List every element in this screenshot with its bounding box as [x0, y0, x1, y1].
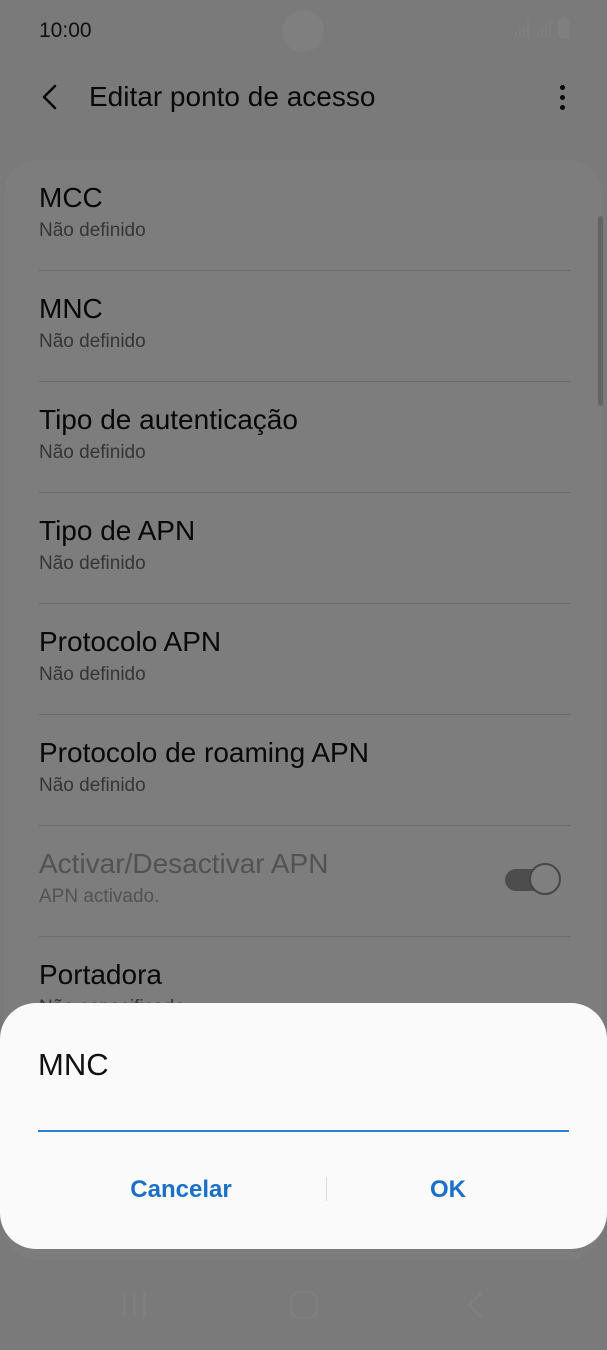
ok-button[interactable]: OK [298, 1160, 598, 1220]
dialog-title: MNC [38, 1047, 109, 1082]
mnc-input[interactable] [38, 1094, 569, 1132]
cancel-button[interactable]: Cancelar [31, 1160, 331, 1220]
